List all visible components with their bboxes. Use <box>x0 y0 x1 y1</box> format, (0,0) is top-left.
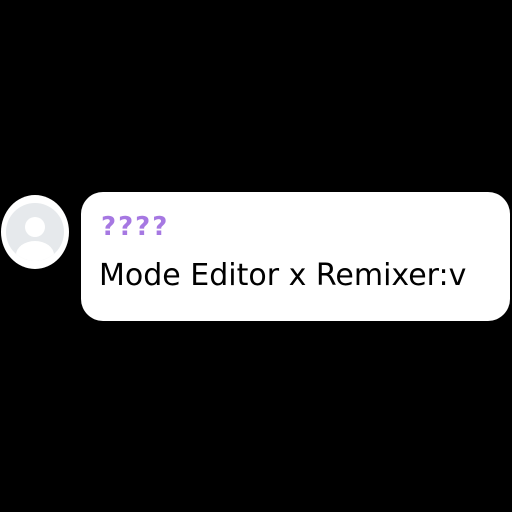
sender-name[interactable]: ???? <box>101 212 169 242</box>
avatar[interactable] <box>1 195 69 269</box>
message-bubble: ???? Mode Editor x Remixer:v <box>81 192 510 321</box>
chat-sticker: ???? Mode Editor x Remixer:v <box>0 0 512 512</box>
message-text: Mode Editor x Remixer:v <box>99 258 467 293</box>
user-avatar-icon <box>6 203 64 261</box>
